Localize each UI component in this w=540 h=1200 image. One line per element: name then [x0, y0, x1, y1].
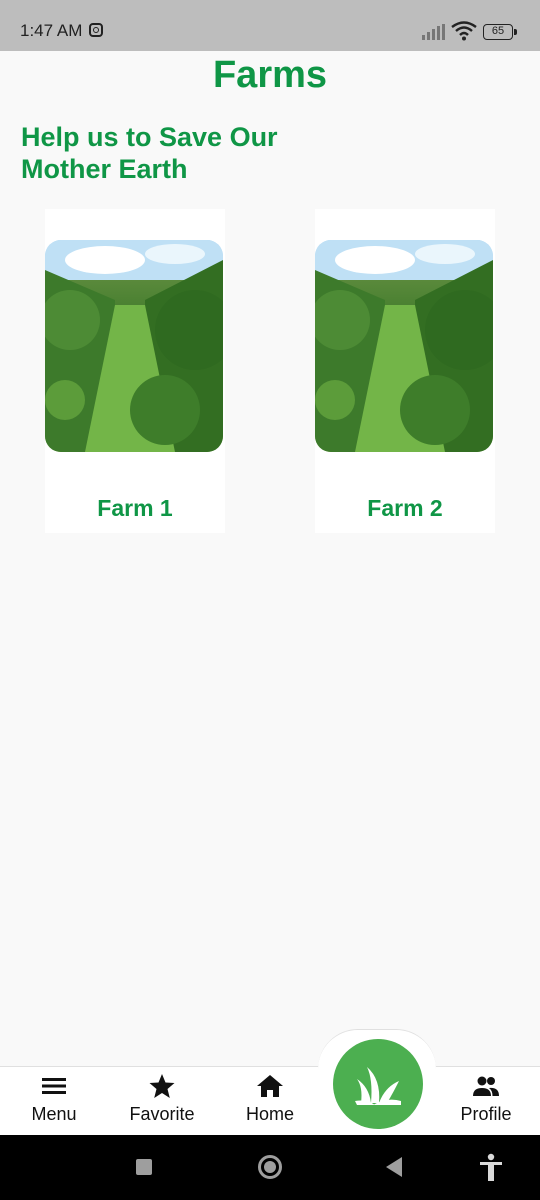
nav-item-favorite[interactable]: Favorite [112, 1072, 212, 1125]
farm-label: Farm 2 [367, 495, 443, 521]
nav-item-profile[interactable]: Profile [436, 1072, 536, 1125]
star-icon [149, 1074, 175, 1098]
home-circle-icon[interactable] [258, 1155, 282, 1179]
status-bar: 1:47 AM 65 [0, 0, 540, 51]
farm-card-2[interactable]: Farm 2 [315, 209, 495, 533]
farm-image [45, 240, 223, 452]
instagram-notification-icon [89, 23, 103, 37]
nav-label: Favorite [129, 1104, 195, 1124]
nav-item-home[interactable]: Home [220, 1072, 320, 1125]
signal-icon [422, 24, 445, 40]
plant-icon [355, 1067, 401, 1105]
page-title: Farms [212, 54, 328, 96]
status-time: 1:47 AM [20, 21, 83, 40]
farm-image [315, 240, 493, 452]
battery-icon: 65 [483, 24, 517, 40]
accessibility-icon[interactable] [478, 1153, 504, 1183]
nav-label: Menu [31, 1104, 77, 1124]
recents-icon[interactable] [136, 1159, 152, 1175]
home-icon [257, 1075, 283, 1097]
plant-action-button[interactable] [333, 1039, 423, 1129]
system-nav-bar [0, 1135, 540, 1200]
nav-item-menu[interactable]: Menu [4, 1072, 104, 1125]
menu-icon [42, 1078, 66, 1094]
people-icon [473, 1076, 499, 1096]
page-subtitle: Help us to Save Our Mother Earth [21, 122, 278, 184]
farm-card-1[interactable]: Farm 1 [45, 209, 225, 533]
back-icon[interactable] [386, 1157, 402, 1177]
nav-label: Home [245, 1104, 294, 1124]
wifi-icon [451, 21, 477, 41]
nav-label: Profile [460, 1104, 512, 1124]
farm-label: Farm 1 [97, 495, 173, 521]
